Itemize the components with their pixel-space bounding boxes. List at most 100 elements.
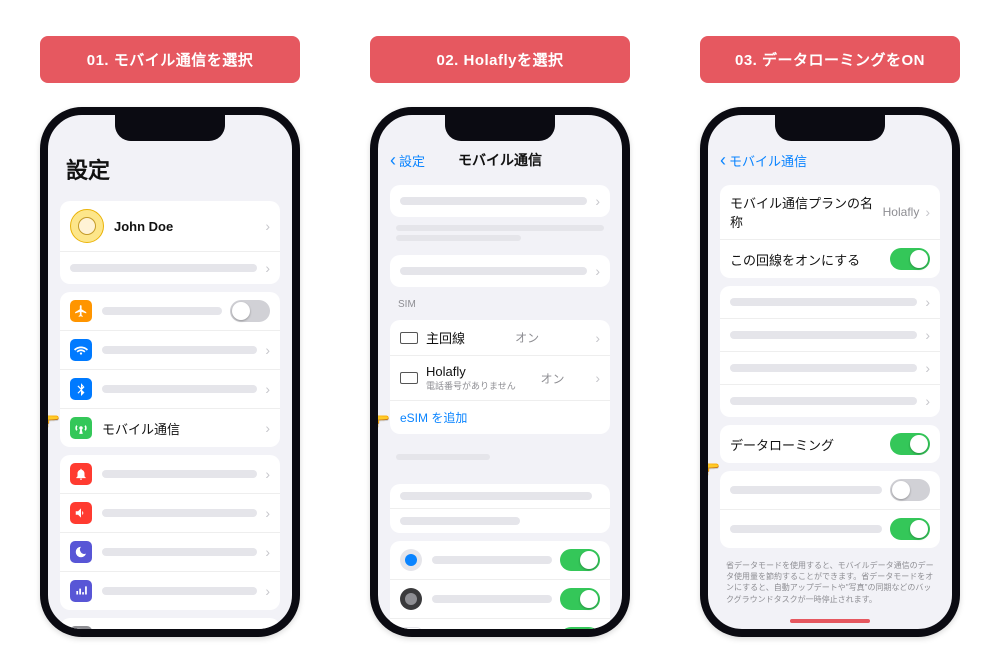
sim-card: 主回線 オン › Holafly 電話番号がありません オン › (390, 320, 610, 434)
chevron-right-icon: › (265, 583, 270, 599)
placeholder-line (396, 225, 604, 231)
row[interactable]: › (720, 286, 940, 319)
row[interactable] (390, 484, 610, 509)
placeholder-line (730, 486, 882, 494)
lowdata-footnote: 省データモードを使用すると、モバイルデータ通信のデータ使用量を節約することができ… (708, 556, 952, 609)
toggle[interactable] (890, 518, 930, 540)
cellular-label: モバイル通信 (102, 419, 180, 438)
screentime-row[interactable]: › (60, 572, 280, 610)
airplane-toggle[interactable] (230, 300, 270, 322)
row[interactable]: › (390, 185, 610, 217)
chevron-right-icon: › (925, 204, 930, 220)
placeholder-line (432, 556, 552, 564)
app-row[interactable] (390, 580, 610, 619)
sound-icon (70, 502, 92, 524)
profile-card[interactable]: John Doe › › (60, 201, 280, 284)
plan-name-label: モバイル通信プランの名称 (730, 193, 883, 231)
placeholder-line (396, 454, 490, 460)
row[interactable] (720, 471, 940, 510)
row[interactable]: › (720, 319, 940, 352)
roaming-label: データローミング (730, 435, 834, 454)
holafly-status: オン (541, 370, 565, 387)
bluetooth-icon (70, 378, 92, 400)
screen-2: ‹ 設定 モバイル通信 › (378, 115, 622, 629)
roaming-toggle[interactable] (890, 433, 930, 455)
phone-3: 👉 ‹ モバイル通信 モバイル通信プランの名称 Holafly › この回 (700, 107, 960, 637)
placeholder-line (102, 385, 257, 393)
focus-row[interactable]: › (60, 533, 280, 572)
profile-sub-row[interactable]: › (60, 252, 280, 284)
screen-1: 設定 John Doe › › (48, 115, 292, 629)
row[interactable]: › (720, 352, 940, 385)
general-row[interactable]: › (60, 618, 280, 629)
app-toggle[interactable] (560, 627, 600, 629)
calendar-icon (400, 627, 422, 629)
line-on-toggle[interactable] (890, 248, 930, 270)
chevron-right-icon: › (265, 260, 270, 276)
app-row[interactable] (390, 619, 610, 629)
placeholder-line (70, 264, 257, 272)
chevron-right-icon: › (265, 342, 270, 358)
row[interactable]: › (720, 385, 940, 417)
primary-status: オン (515, 329, 539, 346)
chevron-right-icon: › (595, 330, 600, 346)
notch (115, 115, 225, 141)
placeholder-line (396, 235, 521, 241)
placeholder-line (102, 509, 257, 517)
chevron-right-icon: › (265, 505, 270, 521)
safari-icon (400, 549, 422, 571)
back-button[interactable]: ‹ モバイル通信 (720, 150, 807, 171)
holafly-sublabel: 電話番号がありません (426, 379, 516, 392)
alerts-card: › › › (60, 455, 280, 610)
screen-3: ‹ モバイル通信 モバイル通信プランの名称 Holafly › この回線をオンに… (708, 115, 952, 629)
notifications-row[interactable]: › (60, 455, 280, 494)
placeholder-line (730, 397, 917, 405)
holafly-sim-row[interactable]: Holafly 電話番号がありません オン › (390, 356, 610, 401)
apps-card (390, 541, 610, 629)
nav-bar: ‹ モバイル通信 (708, 143, 952, 177)
phone-2: 👉 ‹ 設定 モバイル通信 › (370, 107, 630, 637)
wifi-row[interactable]: › (60, 331, 280, 370)
app-row[interactable] (390, 541, 610, 580)
cellular-icon (70, 417, 92, 439)
placeholder-line (102, 587, 257, 595)
placeholder-line (400, 267, 587, 275)
app-toggle[interactable] (560, 549, 600, 571)
step-3-label: 03. データローミングをON (700, 36, 960, 83)
plan-name-row[interactable]: モバイル通信プランの名称 Holafly › (720, 185, 940, 240)
step-1: 01. モバイル通信を選択 👉 設定 John Doe › › (20, 36, 320, 637)
plan-card: モバイル通信プランの名称 Holafly › この回線をオンにする (720, 185, 940, 278)
row[interactable] (720, 510, 940, 548)
wifi-icon (70, 339, 92, 361)
add-esim-row[interactable]: eSIM を追加 (390, 401, 610, 434)
screentime-icon (70, 580, 92, 602)
chevron-right-icon: › (925, 294, 930, 310)
step-container: 01. モバイル通信を選択 👉 設定 John Doe › › (0, 0, 1000, 637)
sound-row[interactable]: › (60, 494, 280, 533)
toggle[interactable] (890, 479, 930, 501)
settings-app-icon (400, 588, 422, 610)
app-toggle[interactable] (560, 588, 600, 610)
chevron-right-icon: › (265, 420, 270, 436)
bluetooth-row[interactable]: › (60, 370, 280, 409)
placeholder-line (102, 548, 257, 556)
home-bar (790, 619, 870, 623)
line-on-row[interactable]: この回線をオンにする (720, 240, 940, 278)
cellular-row[interactable]: モバイル通信 › (60, 409, 280, 447)
row[interactable]: › (390, 255, 610, 287)
placeholder-line (102, 346, 257, 354)
placeholder-line (102, 470, 257, 478)
primary-sim-row[interactable]: 主回線 オン › (390, 320, 610, 356)
option-card-2 (390, 484, 610, 533)
chevron-right-icon: › (595, 193, 600, 209)
back-label: モバイル通信 (729, 151, 807, 170)
sim-icon (400, 372, 418, 384)
options-card: › › › › (720, 286, 940, 417)
holafly-label: Holafly (426, 364, 516, 379)
airplane-row[interactable] (60, 292, 280, 331)
chevron-right-icon: › (265, 544, 270, 560)
sim-section-header: SIM (378, 295, 622, 312)
row[interactable] (390, 509, 610, 533)
roaming-card: データローミング (720, 425, 940, 463)
roaming-row[interactable]: データローミング (720, 425, 940, 463)
